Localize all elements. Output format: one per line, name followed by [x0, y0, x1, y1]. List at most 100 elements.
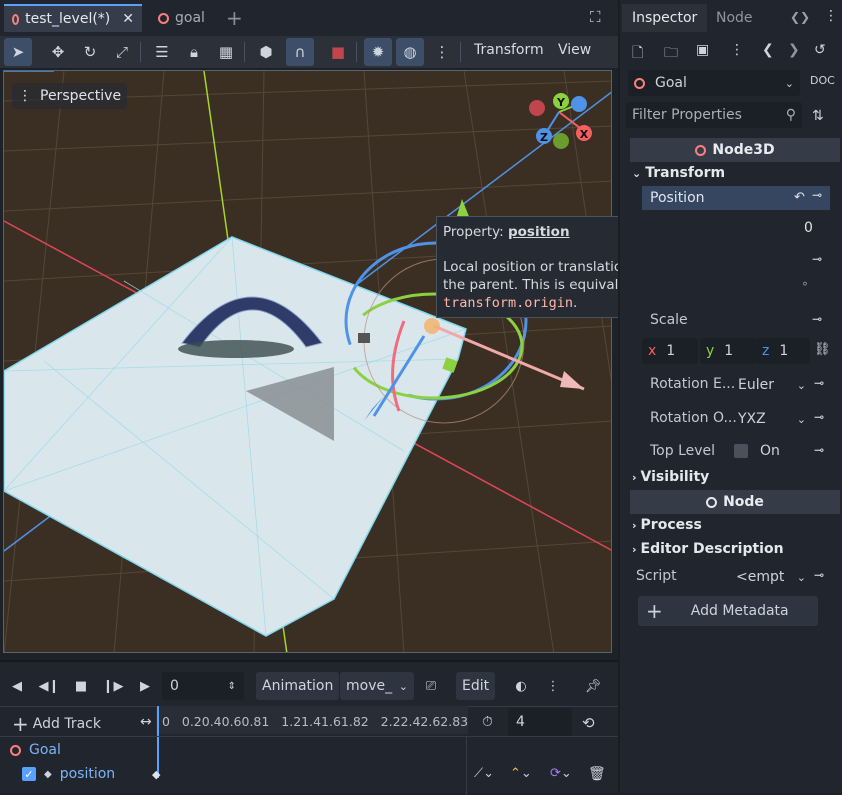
divider — [466, 736, 467, 795]
snap-icon[interactable]: ∩ — [286, 38, 314, 66]
gizmo-x-label: X — [580, 128, 589, 141]
autoplay-icon[interactable]: ⎚ — [418, 672, 444, 700]
doc-icon[interactable]: DOC — [810, 74, 835, 87]
3d-viewport[interactable]: Y Z X ⋮ Perspective — [3, 70, 612, 653]
stop-icon[interactable]: ■ — [68, 672, 94, 700]
rotate-tool-icon[interactable]: ↻ — [76, 38, 104, 66]
filter-placeholder: Filter Properties — [632, 107, 742, 123]
rotation-edit-select[interactable]: Euler ⌄ — [732, 372, 812, 398]
close-icon[interactable]: ✕ — [122, 11, 134, 27]
open-folder-icon[interactable]: 🗀︎ — [664, 42, 678, 66]
back-icon[interactable]: ❮ — [762, 42, 774, 58]
keyframe-icon[interactable]: ⊸ — [814, 376, 824, 390]
keyframe-icon[interactable]: ⊸ — [814, 443, 824, 457]
more-options-icon[interactable]: ⋮ — [428, 38, 456, 66]
group-visibility[interactable]: › Visibility — [632, 466, 709, 488]
select-tool-icon[interactable]: ➤ — [4, 38, 32, 66]
x-axis-label: x — [648, 343, 657, 359]
more-icon[interactable]: ⋮ — [730, 42, 744, 58]
scale-z-field[interactable]: z1 — [756, 338, 810, 364]
more-icon[interactable]: ⋮ — [540, 672, 566, 700]
keyframe-icon[interactable]: ⊸ — [814, 568, 824, 582]
group-transform[interactable]: ⌄ Transform — [632, 162, 725, 184]
loop-mode-icon[interactable]: ⟳⌄ — [550, 766, 572, 781]
new-resource-icon[interactable]: 🗋︎ — [632, 42, 643, 66]
group-process[interactable]: › Process — [632, 514, 702, 536]
add-tab-icon[interactable]: + — [226, 6, 243, 30]
scale-tool-icon[interactable]: ⤢ — [108, 38, 136, 66]
tab-test-level[interactable]: test_level(*) ✕ — [4, 4, 142, 32]
zoom-horizontal-icon[interactable]: ↔ — [140, 714, 152, 730]
filter-options-icon[interactable]: ⇅ — [812, 108, 824, 124]
tab-goal[interactable]: goal — [150, 4, 213, 32]
keyframe-icon[interactable]: ⊸ — [812, 312, 822, 326]
animation-select[interactable]: move_ ⌄ — [340, 672, 414, 700]
perspective-menu[interactable]: ⋮ Perspective — [12, 83, 128, 109]
group-icon[interactable]: ▦ — [212, 38, 240, 66]
node3d-icon — [158, 12, 169, 24]
scale-z-value: 1 — [779, 343, 789, 359]
top-level-value: On — [760, 443, 780, 459]
forward-icon[interactable]: ❯ — [788, 42, 800, 58]
filter-properties-input[interactable]: Filter Properties ⚲ — [626, 102, 802, 128]
play-icon[interactable]: ▶ — [132, 672, 158, 700]
tab-inspector[interactable]: Inspector — [622, 4, 708, 32]
track-node-goal[interactable]: Goal — [10, 742, 61, 758]
y-axis-label: y — [706, 343, 715, 359]
scene-render: Y Z X — [4, 71, 611, 652]
rotation-order-value: YXZ — [738, 411, 766, 427]
scale-label: Scale — [650, 312, 688, 328]
loop-icon[interactable]: ⟲ — [582, 714, 595, 732]
history-icon[interactable]: ↺ — [814, 42, 826, 58]
save-icon[interactable]: ▣ — [696, 42, 709, 58]
keyframe-icon[interactable]: ◆ — [152, 768, 160, 781]
tab-node[interactable]: Node — [706, 4, 763, 32]
environment-icon[interactable]: ◍ — [396, 38, 424, 66]
move-tool-icon[interactable]: ✥ — [44, 38, 72, 66]
sun-icon[interactable]: ✹ — [364, 38, 392, 66]
transform-menu[interactable]: Transform — [474, 42, 544, 58]
play-from-start-icon[interactable]: ❙▶ — [100, 672, 126, 700]
rotation-edit-value: Euler — [738, 377, 774, 393]
view-menu[interactable]: View — [558, 42, 591, 58]
animation-menu[interactable]: Animation — [256, 672, 340, 700]
track-position[interactable]: ✓ ◆ position — [22, 766, 115, 782]
script-select[interactable]: <empt ⌄ — [730, 564, 812, 590]
checkbox-checked-icon[interactable]: ✓ — [22, 767, 36, 781]
link-icon[interactable]: ⛓ — [814, 342, 831, 357]
onion-skin-icon[interactable]: ◐ — [508, 672, 534, 700]
list-select-icon[interactable]: ☰ — [148, 38, 176, 66]
time-input[interactable]: 0 ⇕ — [162, 672, 244, 700]
trash-icon[interactable]: 🗑︎ — [588, 766, 606, 782]
add-track-button[interactable]: + Add Track — [12, 712, 101, 736]
keyframe-icon[interactable]: ⊸ — [814, 410, 824, 424]
interpolation-icon[interactable]: ⟋⌄ — [474, 766, 494, 781]
dock-arrows-icon[interactable]: ❮❯ — [790, 10, 810, 24]
add-metadata-button[interactable]: + Add Metadata — [638, 596, 818, 626]
more-icon[interactable]: ⋮ — [824, 8, 838, 24]
group-editor-description[interactable]: › Editor Description — [632, 538, 784, 560]
distraction-free-icon[interactable]: ⛶ — [590, 8, 601, 26]
chevron-down-icon: ⌄ — [784, 76, 794, 90]
play-backwards-icon[interactable]: ◀ — [4, 672, 30, 700]
section-node3d-label: Node3D — [712, 142, 775, 158]
play-backwards-from-end-icon[interactable]: ◀❙ — [36, 672, 62, 700]
camera-preview-icon[interactable]: ■ — [324, 38, 352, 66]
update-mode-icon[interactable]: ⌃⌄ — [510, 766, 532, 781]
mesh-icon[interactable]: ⬢ — [252, 38, 280, 66]
top-level-checkbox[interactable]: On — [734, 438, 814, 464]
node-selector[interactable]: Goal ⌄ — [628, 70, 800, 96]
rotation-order-select[interactable]: YXZ ⌄ — [732, 406, 812, 432]
keyframe-icon[interactable]: ⊸ — [812, 188, 822, 202]
revert-icon[interactable]: ↶ — [794, 190, 805, 205]
length-input[interactable]: 4 — [508, 708, 572, 736]
pin-icon[interactable]: 📌︎ — [580, 672, 606, 700]
add-track-label: Add Track — [32, 716, 101, 732]
time-value: 0 — [170, 678, 179, 694]
scale-x-field[interactable]: x1 — [642, 338, 698, 364]
keyframe-icon[interactable]: ⊸ — [812, 252, 822, 266]
edit-menu[interactable]: Edit — [456, 672, 496, 700]
tooltip-property: position — [507, 224, 570, 240]
lock-icon[interactable]: 🔒︎ — [180, 38, 208, 66]
scale-y-field[interactable]: y1 — [700, 338, 756, 364]
